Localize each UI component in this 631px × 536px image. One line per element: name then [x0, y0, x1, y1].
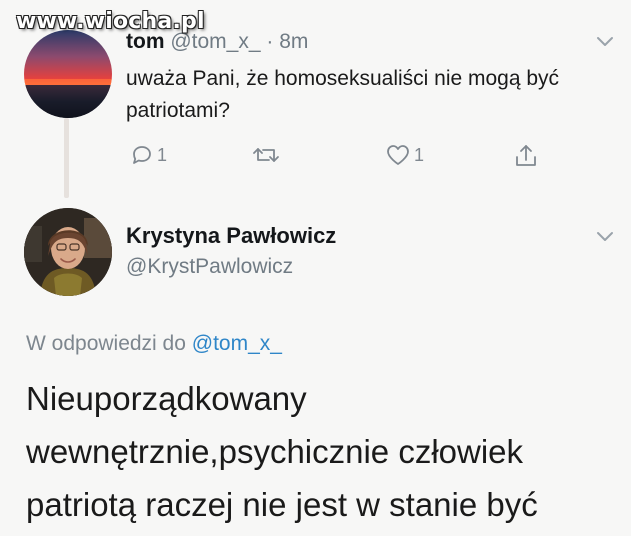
watermark: www.wiocha.pl: [16, 9, 205, 34]
tweet-reply-text: Nieuporządkowany wewnętrznie,psychicznie…: [26, 380, 538, 523]
tweet-actions: 1 1: [0, 143, 631, 173]
tweet-time[interactable]: 8m: [279, 30, 308, 53]
retweet-icon: [253, 148, 279, 162]
reply-prefix: W odpowiedzi do: [26, 332, 186, 355]
reply-count: 1: [157, 144, 168, 165]
reply-button[interactable]: 1: [130, 143, 167, 167]
like-button[interactable]: 1: [385, 143, 424, 167]
share-button[interactable]: [513, 143, 539, 169]
avatar-tom[interactable]: [24, 30, 112, 118]
avatar-sunset-water: [24, 84, 112, 118]
author-name[interactable]: Krystyna Pawłowicz: [126, 223, 336, 249]
reply-icon: [133, 146, 151, 164]
chevron-down-icon[interactable]: [596, 36, 614, 48]
reply-mention-link[interactable]: @tom_x_: [192, 332, 282, 355]
separator-dot: ·: [266, 30, 274, 53]
reply-context: W odpowiedzi do @tom_x_: [26, 332, 282, 356]
tweet-parent-text: uważa Pani, że homoseksualiści nie mogą …: [126, 67, 560, 122]
avatar-krystyna[interactable]: [24, 208, 112, 296]
like-count: 1: [414, 144, 425, 165]
share-icon: [516, 145, 536, 166]
avatar-portrait: [24, 208, 112, 296]
retweet-button[interactable]: [252, 143, 280, 167]
like-icon: [387, 145, 409, 165]
author-handle[interactable]: @KrystPawlowicz: [126, 255, 293, 279]
chevron-down-icon[interactable]: [596, 231, 614, 243]
